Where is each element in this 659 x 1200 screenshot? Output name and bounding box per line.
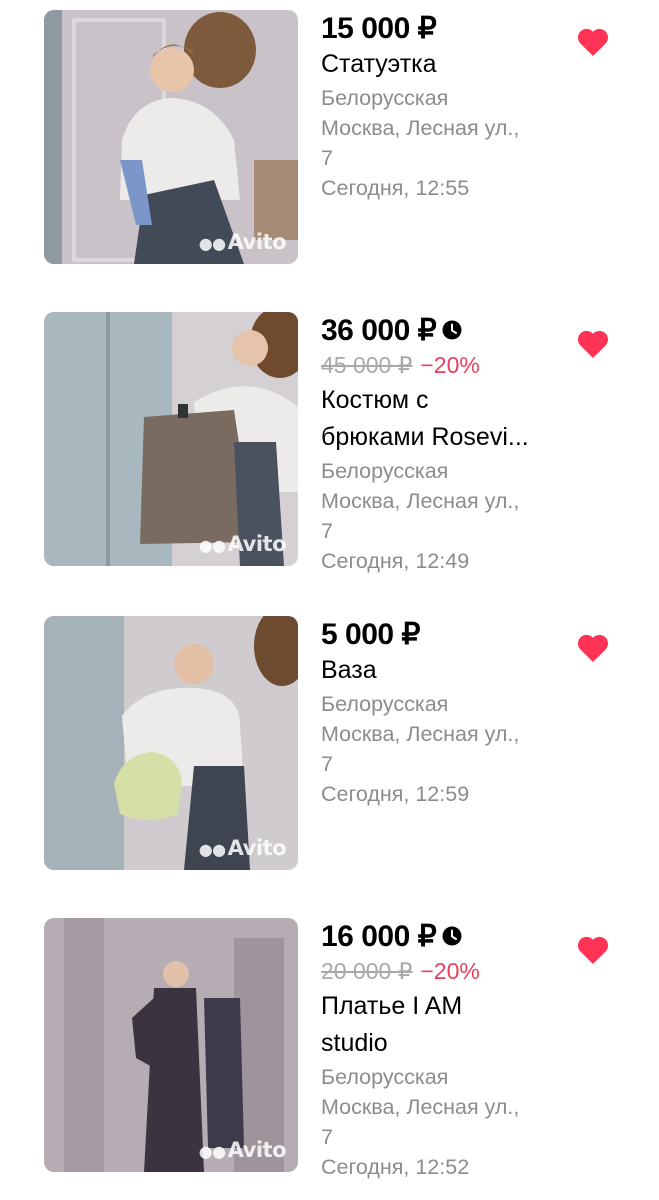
address: Москва, Лесная ул., 7 bbox=[321, 1095, 520, 1149]
listing-photo[interactable]: ●●Avito bbox=[44, 10, 298, 264]
old-price-row: 45 000 ₽ −20% bbox=[321, 348, 561, 382]
posted-date: Сегодня, 12:52 bbox=[321, 1155, 470, 1179]
listing-title[interactable]: Платье I AM studio bbox=[321, 988, 561, 1062]
listing-title[interactable]: Ваза bbox=[321, 652, 561, 689]
old-price-row: 20 000 ₽ −20% bbox=[321, 954, 561, 988]
avito-watermark: ●●Avito bbox=[198, 836, 287, 860]
old-price: 20 000 ₽ bbox=[321, 957, 413, 984]
listing-card[interactable]: ●●Avito 36 000 ₽ 45 000 ₽ −20% Костюм с … bbox=[0, 312, 659, 573]
clock-icon bbox=[442, 320, 462, 340]
address: Москва, Лесная ул., 7 bbox=[321, 116, 520, 170]
posted-date: Сегодня, 12:59 bbox=[321, 782, 470, 806]
metro-station: Белорусская bbox=[321, 1065, 449, 1089]
metro-station: Белорусская bbox=[321, 86, 449, 110]
listing-card[interactable]: ●●Avito 5 000 ₽ Ваза Белорусская Москва,… bbox=[0, 616, 659, 876]
favorite-heart-icon[interactable] bbox=[575, 630, 611, 664]
listing-photo[interactable]: ●●Avito bbox=[44, 918, 298, 1172]
avito-watermark: ●●Avito bbox=[198, 230, 287, 254]
price: 15 000 ₽ bbox=[321, 11, 437, 45]
address: Москва, Лесная ул., 7 bbox=[321, 489, 520, 543]
price: 16 000 ₽ bbox=[321, 919, 437, 953]
metro-station: Белорусская bbox=[321, 459, 449, 483]
favorite-heart-icon[interactable] bbox=[575, 24, 611, 58]
listing-title[interactable]: Костюм с брюками Rosevi... bbox=[321, 382, 561, 456]
discount-badge: −20% bbox=[420, 351, 480, 378]
metro-station: Белорусская bbox=[321, 692, 449, 716]
listing-photo[interactable]: ●●Avito bbox=[44, 312, 298, 566]
listing-photo[interactable]: ●●Avito bbox=[44, 616, 298, 870]
posted-date: Сегодня, 12:49 bbox=[321, 549, 470, 573]
listing-card[interactable]: ●●Avito 15 000 ₽ Статуэтка Белорусская М… bbox=[0, 10, 659, 270]
favorite-heart-icon[interactable] bbox=[575, 326, 611, 360]
listing-title[interactable]: Статуэтка bbox=[321, 46, 561, 83]
clock-icon bbox=[442, 926, 462, 946]
avito-watermark: ●●Avito bbox=[198, 1138, 287, 1162]
avito-watermark: ●●Avito bbox=[198, 532, 287, 556]
address: Москва, Лесная ул., 7 bbox=[321, 722, 520, 776]
listing-card[interactable]: ●●Avito 16 000 ₽ 20 000 ₽ −20% Платье I … bbox=[0, 918, 659, 1179]
old-price: 45 000 ₽ bbox=[321, 351, 413, 378]
discount-badge: −20% bbox=[420, 957, 480, 984]
price: 36 000 ₽ bbox=[321, 313, 437, 347]
favorite-heart-icon[interactable] bbox=[575, 932, 611, 966]
posted-date: Сегодня, 12:55 bbox=[321, 176, 470, 200]
price: 5 000 ₽ bbox=[321, 617, 421, 651]
